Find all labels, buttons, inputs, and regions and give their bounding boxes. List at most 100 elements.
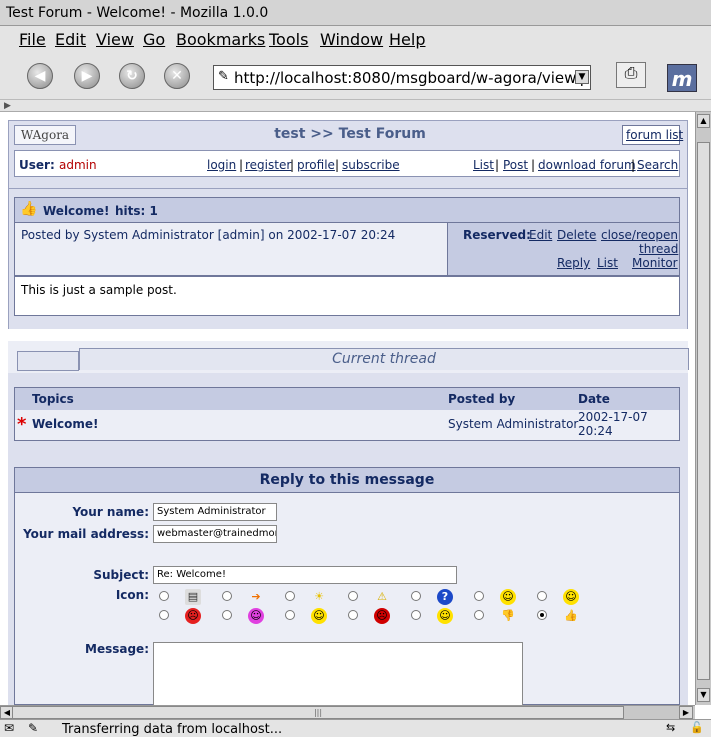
cool-smiley-icon: ☺ [500,589,516,605]
icon-radio-11[interactable] [348,610,358,620]
wagora-logo[interactable]: WAgora [14,125,76,145]
menu-edit[interactable]: Edit [55,30,86,49]
reply-form-title: Reply to this message [15,468,679,493]
icon-radio-13[interactable] [474,610,484,620]
icon-radio-9[interactable] [222,610,232,620]
scroll-up-icon[interactable]: ▲ [697,114,710,128]
menu-bar: File Edit View Go Bookmarks Tools Window… [0,26,711,53]
name-field[interactable]: System Administrator [153,503,277,521]
thumbs-up-icon: 👍 [564,609,578,622]
forward-arrow-icon: ▶ [81,68,93,84]
shocked-icon: ☺ [248,608,264,624]
url-dropdown-button[interactable]: ▼ [575,70,589,84]
monitor-link[interactable]: Monitor [632,256,678,270]
menu-window[interactable]: Window [320,30,383,49]
name-label: Your name: [72,505,149,519]
window-title: Test Forum - Welcome! - Mozilla 1.0.0 [6,5,269,21]
register-link[interactable]: register [245,158,291,172]
reload-button[interactable]: ↻ [119,63,145,89]
thread-tab-left[interactable] [17,351,79,371]
scroll-right-icon[interactable]: ▶ [679,706,693,719]
scroll-down-icon[interactable]: ▼ [697,688,710,702]
message-textarea[interactable] [153,642,523,705]
url-text: http://localhost:8080/msgboard/w-agora/v… [234,69,590,87]
menu-file[interactable]: File [19,30,46,49]
icon-radio-8[interactable] [159,610,169,620]
horizontal-scrollbar[interactable]: ◀ ||| ▶ [0,705,695,719]
icon-radio-14-selected[interactable] [537,610,547,620]
menu-help[interactable]: Help [389,30,425,49]
download-forum-link[interactable]: download forum [538,158,636,172]
stop-button[interactable]: ✕ [164,63,190,89]
icon-label: Icon: [115,588,149,602]
menu-view[interactable]: View [96,30,134,49]
icon-radio-4[interactable] [348,591,358,601]
forum-breadcrumb: test >> Test Forum [274,126,426,142]
icon-radio-1[interactable] [159,591,169,601]
mail-icon[interactable]: ✉ [4,721,14,735]
row-topic[interactable]: Welcome! [32,417,99,431]
close-reopen-link[interactable]: close/reopen [601,228,678,242]
login-link[interactable]: login [207,158,236,172]
print-button[interactable]: ⎙ [616,62,646,88]
col-posted-by: Posted by [448,392,516,406]
forward-button[interactable]: ▶ [74,63,100,89]
menu-bookmarks[interactable]: Bookmarks [176,30,265,49]
search-link[interactable]: Search [637,158,678,172]
post-link[interactable]: Post [503,158,528,172]
reserved-actions: Reserved: Edit Delete close/reopen threa… [447,222,680,276]
subscribe-link[interactable]: subscribe [342,158,400,172]
forum-list-button[interactable]: forum list [622,125,683,145]
mail-label: Your mail address: [23,527,149,541]
notepad-icon: ▤ [185,589,201,605]
col-date: Date [578,392,610,406]
toolbar-grippy[interactable]: ▶ [0,100,711,112]
table-row[interactable]: * Welcome! System Administrator 2002-17-… [15,410,679,440]
profile-link[interactable]: profile [297,158,335,172]
icon-radio-2[interactable] [222,591,232,601]
mad-icon: ☹ [374,608,390,624]
thread-link[interactable]: thread [639,242,678,256]
back-button[interactable]: ◀ [27,63,53,89]
post-list-link[interactable]: List [597,256,618,270]
menu-go[interactable]: Go [143,30,165,49]
reply-form: Reply to this message Your name: System … [14,467,680,705]
subject-label: Subject: [93,568,149,582]
icon-radio-10[interactable] [285,610,295,620]
edit-link[interactable]: Edit [529,228,552,242]
icon-radio-5[interactable] [411,591,421,601]
list-link[interactable]: List [473,158,494,172]
row-posted-by: System Administrator [448,417,579,431]
user-name: admin [59,158,97,172]
vertical-scrollbar[interactable]: ▲ ▼ [695,112,711,705]
printer-icon: ⎙ [624,63,638,82]
vertical-scroll-thumb[interactable] [697,142,710,680]
url-field[interactable]: ✎ http://localhost:8080/msgboard/w-agora… [213,65,591,90]
mozilla-logo[interactable]: m [667,64,697,92]
icon-radio-12[interactable] [411,610,421,620]
navigation-toolbar: ◀ ▶ ↻ ✕ ✎ http://localhost:8080/msgboard… [0,53,711,100]
icon-radio-6[interactable] [474,591,484,601]
reply-link[interactable]: Reply [557,256,590,270]
row-time: 20:24 [578,424,613,438]
subject-field[interactable]: Re: Welcome! [153,566,457,584]
grippy-arrow-icon: ▶ [4,101,11,111]
post-body: This is just a sample post. [14,276,680,316]
message-label: Message: [85,642,149,656]
menu-tools[interactable]: Tools [269,30,308,49]
composer-icon[interactable]: ✎ [28,721,38,735]
current-thread-title: Current thread [79,348,689,370]
user-bar: User: admin login | register | profile |… [14,150,680,177]
delete-link[interactable]: Delete [557,228,596,242]
mail-field[interactable]: webmaster@trainedmonke [153,525,277,543]
horizontal-scroll-thumb[interactable]: ||| [12,706,624,719]
user-label: User: [19,158,55,172]
icon-radio-7[interactable] [537,591,547,601]
wink-icon: ☺ [437,608,453,624]
icon-radio-3[interactable] [285,591,295,601]
lightbulb-icon: ☀ [314,590,324,603]
arrow-icon: ➔ [251,590,261,603]
angry-icon: ☹ [185,608,201,624]
reload-icon: ↻ [126,68,138,84]
question-icon: ? [437,589,453,605]
